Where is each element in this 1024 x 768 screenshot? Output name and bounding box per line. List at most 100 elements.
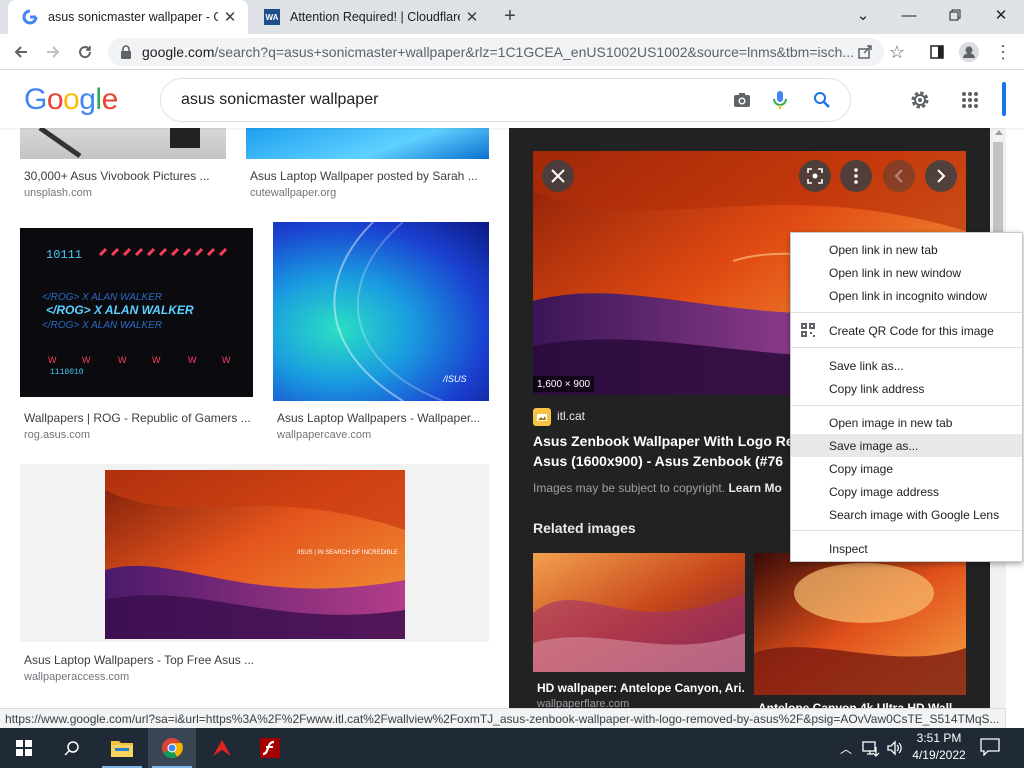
microphone-icon[interactable]: [760, 82, 800, 118]
volume-icon[interactable]: [886, 739, 904, 762]
menu-item-open-image-new-tab[interactable]: Open image in new tab: [791, 411, 1022, 434]
result-title[interactable]: Asus Laptop Wallpapers - Wallpaper...: [277, 411, 487, 425]
back-button[interactable]: [6, 37, 36, 67]
site-name[interactable]: itl.cat: [557, 409, 585, 423]
network-icon[interactable]: [862, 739, 880, 762]
google-logo[interactable]: Google: [24, 83, 118, 117]
menu-item-copy-image-address[interactable]: Copy image address: [791, 480, 1022, 503]
image-dimensions-badge: 1,600 × 900: [533, 376, 595, 392]
menu-item-open-link-incognito[interactable]: Open link in incognito window: [791, 284, 1022, 307]
asus-logo-text: /ISUS | IN SEARCH OF INCREDIBLE: [297, 550, 398, 556]
result-image[interactable]: 10111 </ROG> X ALAN WALKER </ROG> X ALAN…: [20, 228, 253, 397]
related-images-heading: Related images: [533, 520, 636, 536]
result-title[interactable]: Wallpapers | ROG - Republic of Gamers ..…: [24, 411, 254, 425]
wa-icon: WA: [264, 9, 280, 25]
svg-text:10111: 10111: [46, 248, 82, 262]
result-title[interactable]: Asus Laptop Wallpapers - Top Free Asus .…: [24, 653, 284, 667]
result-image[interactable]: [246, 128, 489, 159]
url-host: google.com: [142, 44, 215, 60]
restore-button[interactable]: [932, 0, 978, 30]
camera-icon[interactable]: [724, 82, 760, 118]
file-explorer-icon[interactable]: [98, 728, 146, 768]
side-panel-icon[interactable]: [922, 37, 952, 67]
scroll-up-arrow-icon[interactable]: [995, 130, 1003, 135]
search-box[interactable]: asus sonicmaster wallpaper: [160, 78, 851, 122]
result-title[interactable]: 30,000+ Asus Vivobook Pictures ...: [24, 169, 224, 183]
next-image-icon[interactable]: [925, 160, 957, 192]
minimize-button[interactable]: —: [886, 0, 932, 30]
menu-separator: [791, 347, 1022, 348]
more-options-icon[interactable]: [840, 160, 872, 192]
system-clock[interactable]: 3:51 PM 4/19/2022: [904, 730, 974, 766]
result-image[interactable]: [20, 128, 226, 159]
address-bar[interactable]: google.com/search?q=asus+sonicmaster+wal…: [108, 38, 884, 66]
learn-more-link[interactable]: Learn Mo: [728, 481, 781, 495]
tab-cloudflare[interactable]: WA Attention Required! | Cloudflare ✕: [250, 0, 490, 34]
tab-close-icon[interactable]: ✕: [218, 5, 242, 29]
menu-separator: [791, 530, 1022, 531]
notifications-icon[interactable]: [980, 738, 1002, 758]
result-source[interactable]: rog.asus.com: [24, 429, 90, 441]
url-path: /search?q=asus+sonicmaster+wallpaper&rlz…: [214, 44, 855, 60]
menu-item-open-link-new-window[interactable]: Open link in new window: [791, 261, 1022, 284]
google-header: Google asus sonicmaster wallpaper: [0, 70, 1024, 128]
menu-item-inspect[interactable]: Inspect: [791, 537, 1022, 560]
close-preview-icon[interactable]: [542, 160, 574, 192]
result-title[interactable]: Asus Laptop Wallpaper posted by Sarah ..…: [250, 169, 490, 183]
svg-text:W: W: [188, 355, 197, 365]
share-icon[interactable]: [850, 37, 880, 67]
google-g-icon: [22, 9, 38, 25]
acrobat-icon[interactable]: [198, 728, 246, 768]
taskbar-search-icon[interactable]: [48, 728, 96, 768]
search-icon[interactable]: [800, 82, 844, 118]
flash-icon[interactable]: [246, 728, 294, 768]
chrome-menu-icon[interactable]: ⋮: [988, 37, 1018, 67]
close-window-button[interactable]: ✕: [978, 0, 1024, 30]
site-favicon-icon: [533, 408, 551, 426]
tab-title: Attention Required! | Cloudflare: [290, 10, 460, 24]
clock-date: 4/19/2022: [912, 748, 966, 762]
related-image-title[interactable]: HD wallpaper: Antelope Canyon, Ari...: [537, 681, 745, 695]
lock-icon[interactable]: [120, 45, 132, 59]
menu-item-save-image-as[interactable]: Save image as...: [791, 434, 1022, 457]
related-image[interactable]: [533, 553, 745, 672]
reload-button[interactable]: [70, 37, 100, 67]
result-source[interactable]: cutewallpaper.org: [250, 187, 336, 199]
menu-item-copy-link-address[interactable]: Copy link address: [791, 377, 1022, 400]
result-source[interactable]: wallpaperaccess.com: [24, 671, 129, 683]
tab-google-search[interactable]: asus sonicmaster wallpaper - Go ✕: [8, 0, 248, 34]
svg-text:1110010: 1110010: [50, 368, 84, 377]
google-apps-grid-icon[interactable]: [954, 84, 986, 116]
windows-start-icon[interactable]: [0, 728, 48, 768]
rog-image-text: </ROG> X ALAN WALKER: [46, 303, 194, 317]
result-source[interactable]: wallpapercave.com: [277, 429, 371, 441]
status-url-bubble: https://www.google.com/url?sa=i&url=http…: [0, 708, 1006, 728]
windows-taskbar: ︿ 3:51 PM 4/19/2022: [0, 728, 1024, 768]
show-hidden-icons-chevron-icon[interactable]: ︿: [838, 740, 854, 756]
google-lens-icon[interactable]: [799, 160, 831, 192]
related-image[interactable]: [754, 553, 966, 695]
sign-in-edge[interactable]: [1002, 82, 1006, 116]
chrome-icon[interactable]: [148, 728, 196, 768]
profile-avatar[interactable]: [954, 37, 984, 67]
bookmark-star-icon[interactable]: ☆: [882, 37, 912, 67]
previous-image-icon[interactable]: [883, 160, 915, 192]
scroll-thumb[interactable]: [993, 142, 1003, 242]
menu-item-open-link-new-tab[interactable]: Open link in new tab: [791, 238, 1022, 261]
menu-separator: [791, 405, 1022, 406]
svg-text:W: W: [118, 355, 127, 365]
menu-item-copy-image[interactable]: Copy image: [791, 457, 1022, 480]
menu-item-create-qr-code[interactable]: Create QR Code for this image: [791, 319, 1022, 342]
menu-item-save-link-as[interactable]: Save link as...: [791, 354, 1022, 377]
result-source[interactable]: unsplash.com: [24, 187, 92, 199]
search-input[interactable]: asus sonicmaster wallpaper: [181, 91, 724, 109]
new-tab-button[interactable]: +: [498, 3, 522, 29]
forward-button[interactable]: [38, 37, 68, 67]
result-image[interactable]: /ISUS | IN SEARCH OF INCREDIBLE: [105, 470, 405, 639]
menu-item-search-google-lens[interactable]: Search image with Google Lens: [791, 503, 1022, 526]
result-image[interactable]: /ISUS: [273, 222, 489, 401]
asus-logo-text: /ISUS: [442, 374, 467, 384]
tab-search-chevron-icon[interactable]: ⌄: [840, 0, 886, 30]
tab-close-icon[interactable]: ✕: [460, 5, 484, 29]
settings-gear-icon[interactable]: [904, 84, 936, 116]
